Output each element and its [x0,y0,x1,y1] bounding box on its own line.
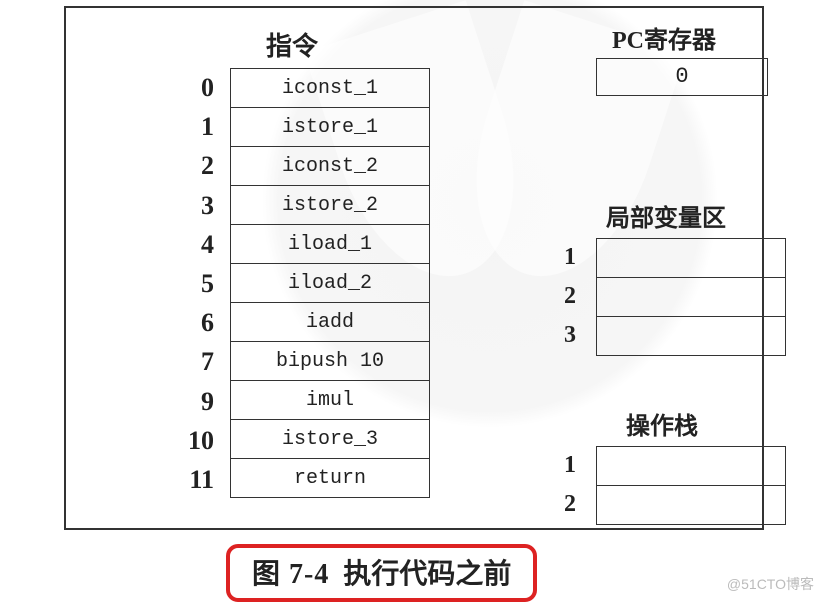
operand-stack-table [596,446,786,525]
stack-idx: 2 [546,485,576,524]
caption-text: 执行代码之前 [343,559,511,590]
offset: 11 [174,460,214,499]
credit-watermark: @51CTO博客 [727,574,814,594]
local-idx: 3 [546,316,576,355]
local-idx: 2 [546,277,576,316]
stack-idx: 1 [546,446,576,485]
instructions-header: 指令 [266,26,318,63]
diagram-frame: 指令 0 1 2 3 4 5 6 7 9 10 11 iconst_1 isto… [64,6,764,530]
local-var-cell [597,278,786,317]
instruction-table: iconst_1 istore_1 iconst_2 istore_2 iloa… [230,68,430,498]
operand-stack-indices: 1 2 [546,446,576,524]
instruction-cell: iadd [231,303,430,342]
instruction-offsets: 0 1 2 3 4 5 6 7 9 10 11 [174,68,214,499]
local-vars-table [596,238,786,356]
offset: 10 [174,421,214,460]
instruction-cell: imul [231,381,430,420]
figure-caption: 图 7-4 执行代码之前 [226,544,537,602]
offset: 0 [174,68,214,107]
local-var-cell [597,239,786,278]
local-idx: 1 [546,238,576,277]
instruction-cell: istore_1 [231,108,430,147]
offset: 1 [174,107,214,146]
offset: 5 [174,264,214,303]
instruction-cell: bipush 10 [231,342,430,381]
offset: 7 [174,342,214,381]
offset: 3 [174,186,214,225]
offset: 9 [174,382,214,421]
operand-stack-header: 操作栈 [626,406,698,441]
local-var-cell [597,317,786,356]
instruction-cell: iconst_1 [231,69,430,108]
offset: 2 [174,146,214,185]
instruction-cell: iload_1 [231,225,430,264]
caption-label: 图 7-4 [252,559,329,590]
instruction-cell: return [231,459,430,498]
stack-cell [597,486,786,525]
local-vars-indices: 1 2 3 [546,238,576,355]
local-vars-header: 局部变量区 [606,198,726,233]
instruction-cell: iconst_2 [231,147,430,186]
pc-register-header: PC寄存器 [612,20,716,55]
instruction-cell: iload_2 [231,264,430,303]
pc-register-value: 0 [596,58,768,96]
offset: 4 [174,225,214,264]
instruction-cell: istore_2 [231,186,430,225]
stack-cell [597,447,786,486]
instruction-cell: istore_3 [231,420,430,459]
offset: 6 [174,303,214,342]
